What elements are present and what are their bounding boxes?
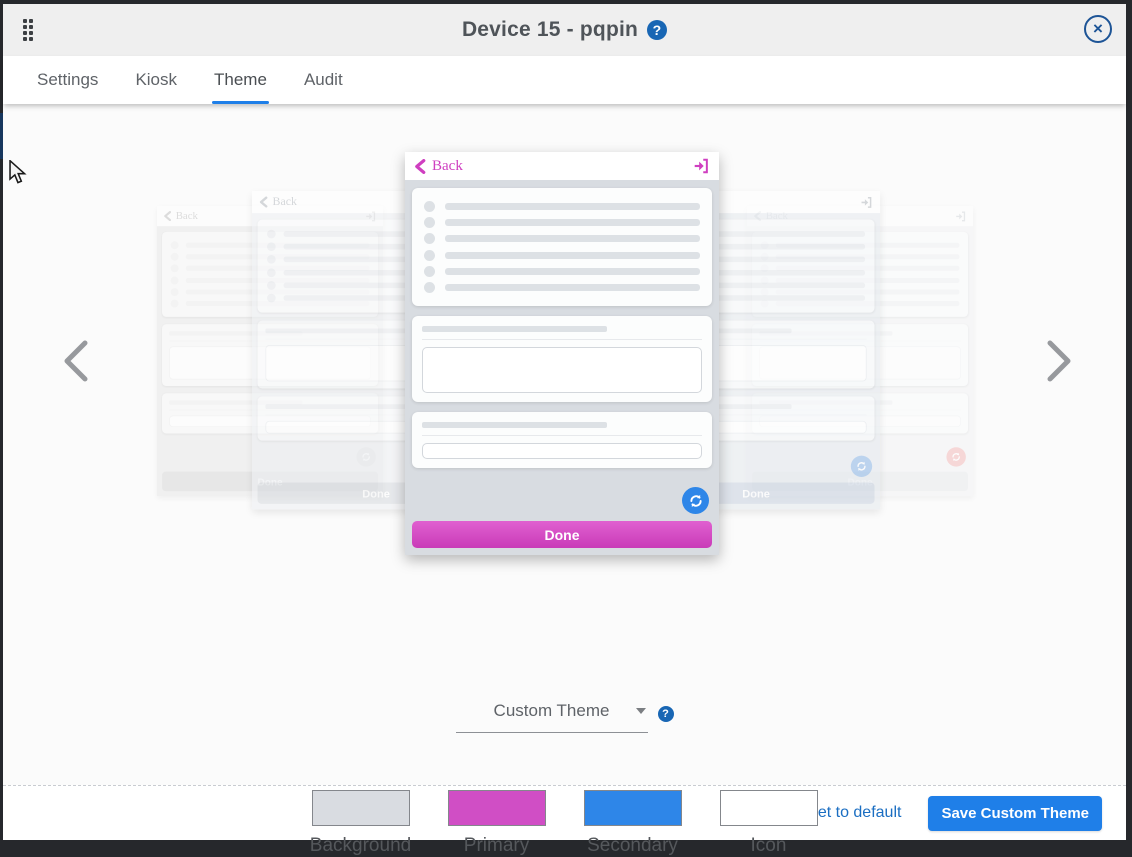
swatch-secondary: Secondary <box>581 790 685 857</box>
swatch-background-label: Background <box>310 835 411 857</box>
refresh-button <box>682 487 709 514</box>
theme-select-row: Custom Theme ? <box>456 695 674 733</box>
chevron-left-icon <box>62 340 90 382</box>
sign-in-icon <box>692 157 710 175</box>
list-item <box>424 233 700 244</box>
back-chevron-icon <box>163 211 171 221</box>
preview-top-bar: Back <box>405 152 719 180</box>
close-button[interactable]: × <box>1084 15 1112 43</box>
list-item <box>424 250 700 261</box>
save-theme-button[interactable]: Save Custom Theme <box>928 796 1102 831</box>
sign-in-icon <box>954 210 966 222</box>
field-input <box>422 443 702 459</box>
tab-audit[interactable]: Audit <box>304 56 343 104</box>
tab-settings[interactable]: Settings <box>37 56 98 104</box>
preview-back-button: Back <box>414 158 463 175</box>
theme-select[interactable]: Custom Theme <box>456 695 648 733</box>
preview-done-button: Done <box>412 521 712 548</box>
back-chevron-icon <box>414 159 426 174</box>
back-label: Back <box>273 195 297 208</box>
drag-handle-icon[interactable] <box>23 19 33 41</box>
device-theme-dialog: Device 15 - pqpin ? × Settings Kiosk The… <box>3 4 1126 840</box>
refresh-icon <box>856 460 868 472</box>
list-item <box>424 282 700 293</box>
sign-in-icon <box>860 195 873 208</box>
list-item <box>424 201 700 212</box>
preview-back-button: Back <box>259 195 297 208</box>
carousel-next-button[interactable] <box>1045 340 1073 382</box>
close-icon: × <box>1093 19 1103 38</box>
swatch-secondary-box[interactable] <box>584 790 682 826</box>
tab-kiosk[interactable]: Kiosk <box>135 56 177 104</box>
swatch-primary-box[interactable] <box>448 790 546 826</box>
theme-tab-content: Back Done <box>3 104 1126 785</box>
swatch-background: Background <box>309 790 413 857</box>
dialog-title: Device 15 - pqpin ? <box>462 18 667 42</box>
theme-select-help-icon[interactable]: ? <box>658 706 674 722</box>
preview-field-card-large <box>412 316 712 402</box>
preview-list-card <box>412 188 712 306</box>
swatch-primary: Primary <box>445 790 549 857</box>
carousel-prev-button[interactable] <box>62 340 90 382</box>
swatch-primary-label: Primary <box>464 835 529 857</box>
field-input <box>422 347 702 393</box>
theme-carousel: Back Done <box>3 104 1126 564</box>
dialog-header: Device 15 - pqpin ? × <box>3 4 1126 56</box>
swatch-icon-box[interactable] <box>720 790 818 826</box>
tab-theme[interactable]: Theme <box>214 56 267 104</box>
swatch-background-box[interactable] <box>312 790 410 826</box>
refresh-button <box>851 456 872 477</box>
refresh-button <box>946 447 965 466</box>
title-help-icon[interactable]: ? <box>647 20 667 40</box>
back-chevron-icon <box>259 197 268 208</box>
list-item <box>424 266 700 277</box>
chevron-right-icon <box>1045 340 1073 382</box>
caret-down-icon <box>636 708 646 714</box>
swatch-icon-label: Icon <box>751 835 787 857</box>
preview-field-card-small <box>412 412 712 468</box>
list-item <box>424 217 700 228</box>
swatch-icon: Icon <box>717 790 821 857</box>
refresh-icon <box>951 452 962 463</box>
back-label: Back <box>176 210 198 222</box>
tab-bar: Settings Kiosk Theme Audit <box>3 56 1126 104</box>
field-label-line <box>422 422 607 428</box>
preview-back-button: Back <box>163 210 197 222</box>
field-label-line <box>422 326 607 332</box>
theme-select-value: Custom Theme <box>494 701 610 720</box>
refresh-icon <box>688 493 704 509</box>
theme-color-swatches: Background Primary Secondary Icon <box>309 790 821 857</box>
theme-preview-active: Back <box>405 152 719 555</box>
preview-body: Done <box>405 180 719 555</box>
swatch-secondary-label: Secondary <box>587 835 678 857</box>
dialog-title-text: Device 15 - pqpin <box>462 18 638 42</box>
back-label: Back <box>432 158 463 175</box>
